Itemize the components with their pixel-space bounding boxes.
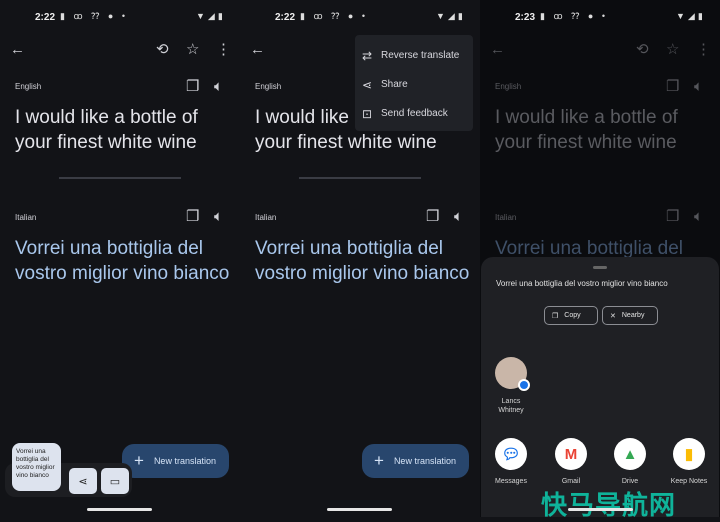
status-icons: ▮ ꝏ ⁇ ● • [300,11,369,21]
menu-item-reverse-translate[interactable]: ⇄ Reverse translate [355,41,473,70]
avatar [495,357,530,391]
overflow-menu: ⇄ Reverse translate ⋖ Share ⊡ Send feedback [355,35,473,131]
star-icon[interactable]: ☆ [666,42,679,57]
share-sheet: Vorrei una bottiglia del vostro miglior … [481,257,719,520]
app-gmail[interactable]: M Gmail [541,438,601,485]
more-vert-icon[interactable]: ⋮ [216,42,231,57]
speaker-icon[interactable]: 🔈︎ [694,79,703,94]
drive-icon: ▲ [614,438,646,470]
swap-icon: ⇄ [361,48,373,63]
keep-notes-icon: ▮ [673,438,705,470]
status-time: 2:22 [35,12,56,23]
system-icons: ▼◢▮ [436,11,466,21]
nearby-button[interactable]: ✕ Nearby [602,306,658,325]
back-arrow-icon[interactable]: ← [250,42,265,57]
copy-icon[interactable]: ❐ [426,209,439,224]
source-text[interactable]: I would like a bottle of your finest whi… [15,105,230,155]
menu-item-send-feedback[interactable]: ⊡ Send feedback [355,99,473,128]
share-text: Vorrei una bottiglia del vostro miglior … [496,279,668,288]
drag-handle[interactable] [593,266,607,269]
new-translation-button[interactable]: + New translation [122,444,229,478]
share-icon: ⋖ [361,77,373,92]
copy-icon[interactable]: ❐ [186,209,199,224]
target-language: Italian [255,213,277,222]
app-label: Gmail [561,478,581,485]
status-time: 2:22 [275,12,296,23]
speaker-icon[interactable]: 🔈︎ [694,209,703,224]
source-language: English [495,82,522,91]
app-label: Messages [495,478,527,485]
star-icon[interactable]: ☆ [186,42,199,57]
nearby-label: Nearby [621,312,645,319]
back-arrow-icon[interactable]: ← [10,42,25,57]
system-icons: ▼◢▮ [196,11,226,21]
app-label: Drive [621,478,639,485]
devices-icon: ▭ [109,475,121,488]
history-icon[interactable]: ⟲ [636,42,649,57]
copy-icon: ❐ [552,312,559,320]
speaker-icon[interactable]: 🔈︎ [214,209,223,224]
target-language: Italian [15,213,37,222]
contact-name: Lancs Whitney [498,398,524,414]
source-language: English [255,82,282,91]
app-label: Keep Notes [670,478,708,485]
status-time: 2:23 [515,12,536,23]
messages-icon: 💬︎ [495,438,527,470]
menu-label: Reverse translate [381,50,460,61]
gesture-bar[interactable] [87,508,152,511]
divider [299,177,421,179]
new-translation-button[interactable]: + New translation [362,444,469,478]
divider [59,177,181,179]
source-text: I would like a bottle of your finest whi… [495,107,678,153]
copy-label: Copy [564,312,581,319]
speaker-icon[interactable]: 🔈︎ [214,79,223,94]
feedback-icon: ⊡ [361,106,373,121]
copy-button[interactable]: ❐ Copy [544,306,598,325]
target-text[interactable]: Vorrei una bottiglia del vostro miglior … [255,236,470,286]
target-language: Italian [495,213,517,222]
messages-badge-icon [518,379,530,391]
plus-icon: + [134,451,144,470]
target-text[interactable]: Vorrei una bottiglia del vostro miglior … [15,236,230,286]
copy-icon[interactable]: ❐ [666,79,679,94]
plus-icon: + [374,451,384,470]
gesture-bar[interactable] [327,508,392,511]
nearby-icon: ✕ [610,312,616,320]
copy-icon[interactable]: ❐ [666,209,679,224]
translation-screen-1: 2:22 ▮ ꝏ ⁇ ● • ▼◢▮ ← ⟲ ☆ ⋮ English ❐ 🔈︎ … [0,0,240,517]
share-icon: ⋖ [78,475,88,488]
contact-lancs-whitney[interactable]: Lancs Whitney [481,357,541,415]
send-to-device-button[interactable]: ▭ [101,468,129,494]
back-arrow-icon[interactable]: ← [490,42,505,57]
copy-icon[interactable]: ❐ [186,79,199,94]
new-translation-label: New translation [153,456,216,466]
more-vert-icon[interactable]: ⋮ [696,42,711,57]
clipboard-preview[interactable]: Vorrei una bottiglia del vostro miglior … [12,443,61,491]
app-drive[interactable]: ▲ Drive [600,438,660,485]
menu-label: Send feedback [381,108,448,119]
menu-label: Share [381,79,408,90]
app-keep-notes[interactable]: ▮ Keep Notes [659,438,719,485]
gesture-bar[interactable] [568,508,633,511]
source-language: English [15,82,42,91]
menu-item-share[interactable]: ⋖ Share [355,70,473,99]
gmail-icon: M [555,438,587,470]
history-icon[interactable]: ⟲ [156,42,169,57]
status-icons: ▮ ꝏ ⁇ ● • [540,11,609,21]
watermark: 快马导航网 [541,490,677,520]
new-translation-label: New translation [393,456,456,466]
speaker-icon[interactable]: 🔈︎ [454,209,463,224]
status-icons: ▮ ꝏ ⁇ ● • [60,11,129,21]
share-clipboard-button[interactable]: ⋖ [69,468,97,494]
system-icons: ▼◢▮ [676,11,706,21]
app-messages[interactable]: 💬︎ Messages [481,438,541,485]
